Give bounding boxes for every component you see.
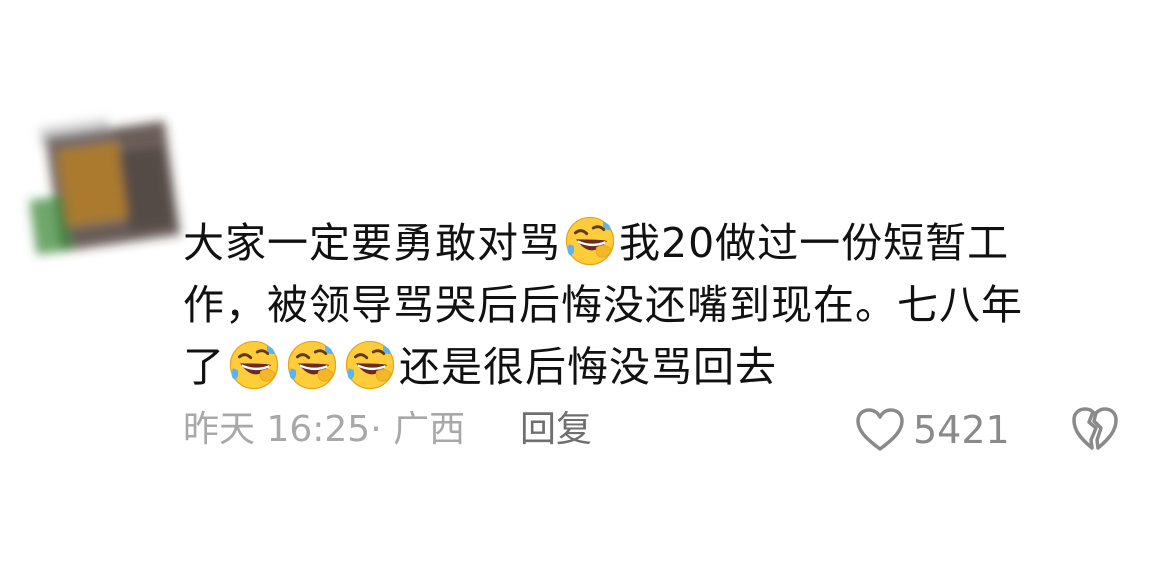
comment-text-segment: 我20做过一份短暂工 xyxy=(619,219,1010,267)
rolling-on-floor-laughing-emoji-icon xyxy=(228,339,280,391)
comment-text-segment: 作，被领导骂哭后后悔没还嘴到现在。七八年 xyxy=(183,281,1023,329)
rolling-on-floor-laughing-emoji-icon xyxy=(564,215,616,267)
comment-text-segment: 还是很后悔没骂回去 xyxy=(399,343,777,391)
heart-icon xyxy=(856,408,904,451)
comment-text-segment: 大家一定要勇敢对骂 xyxy=(183,219,561,267)
broken-heart-icon xyxy=(1072,407,1118,450)
rolling-on-floor-laughing-emoji-icon xyxy=(286,339,338,391)
comment-text: 大家一定要勇敢对骂 我20做过一份短暂工 作，被领导骂哭后后悔没还嘴到现在。七八年… xyxy=(183,212,1098,398)
comment-text-segment: 了 xyxy=(183,343,225,391)
dislike-button[interactable] xyxy=(1070,404,1120,454)
like-button[interactable]: 5421 xyxy=(855,404,1010,456)
comment-timestamp-location: 昨天 16:25· 广西 xyxy=(183,409,466,450)
comment-line-3: 了 还是很后悔没骂回去 xyxy=(183,336,1098,398)
rolling-on-floor-laughing-emoji-icon xyxy=(344,339,396,391)
like-count: 5421 xyxy=(913,408,1010,452)
user-avatar[interactable] xyxy=(8,105,198,270)
comment-line-2: 作，被领导骂哭后后悔没还嘴到现在。七八年 xyxy=(183,274,1098,336)
comment-line-1: 大家一定要勇敢对骂 我20做过一份短暂工 xyxy=(183,212,1098,274)
reply-button[interactable]: 回复 xyxy=(520,404,592,456)
